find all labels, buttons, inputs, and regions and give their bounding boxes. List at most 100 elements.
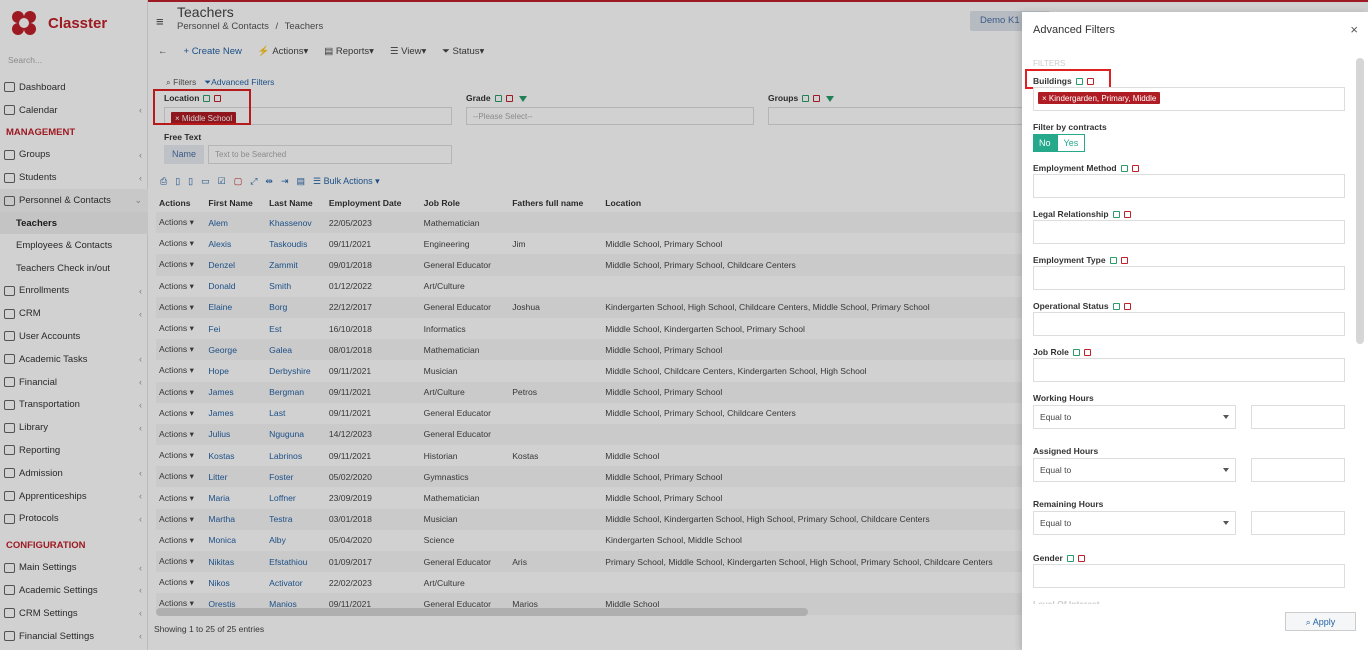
cell-last-name[interactable]: Nguguna xyxy=(266,423,326,446)
sidebar-item-dashboard[interactable]: Dashboard xyxy=(0,76,148,99)
cell-actions[interactable]: Actions ▾ xyxy=(156,360,205,381)
sidebar-item-enrollments[interactable]: Enrollments ‹ xyxy=(0,279,148,302)
edit-icon[interactable] xyxy=(1112,211,1120,219)
checkbox-icon[interactable] xyxy=(1131,165,1139,173)
advanced-filters-link[interactable]: ⏷Advanced Filters xyxy=(204,77,274,88)
sidebar-item-main-settings[interactable]: Main Settings ‹ xyxy=(0,556,148,579)
cell-last-name[interactable]: Zammit xyxy=(266,254,326,276)
cell-last-name[interactable]: Smith xyxy=(266,276,326,297)
sidebar-search-input[interactable]: Search... xyxy=(8,55,42,65)
cell-first-name[interactable]: Nikitas xyxy=(205,551,267,573)
cell-first-name[interactable]: George xyxy=(205,339,267,361)
cell-first-name[interactable]: Litter xyxy=(205,466,267,488)
filter-icon[interactable] xyxy=(518,95,527,102)
apply-button[interactable]: ⌕ Apply xyxy=(1285,612,1356,631)
sidebar-item-transportation[interactable]: Transportation ‹ xyxy=(0,393,148,416)
sidebar-item-academic-settings[interactable]: Academic Settings ‹ xyxy=(0,579,148,602)
cell-actions[interactable]: Actions ▾ xyxy=(156,423,206,446)
cell-first-name[interactable]: Julius xyxy=(205,423,267,446)
cell-first-name[interactable]: Hope xyxy=(205,360,266,381)
assigned-hours-value[interactable] xyxy=(1251,458,1345,482)
cell-first-name[interactable]: Alexis xyxy=(205,233,266,254)
edit-icon[interactable] xyxy=(1109,257,1117,265)
cell-last-name[interactable]: Testra xyxy=(266,508,326,530)
job-role-input[interactable] xyxy=(1033,358,1345,382)
cell-actions[interactable]: Actions ▾ xyxy=(156,487,205,508)
sidebar-subitem-employees-contacts[interactable]: Employees & Contacts xyxy=(0,234,148,257)
cell-actions[interactable]: Actions ▾ xyxy=(156,466,206,488)
cell-actions[interactable]: Actions ▾ xyxy=(156,276,205,297)
cell-first-name[interactable]: Alem xyxy=(205,212,267,234)
filters-link[interactable]: ⌕ Filters xyxy=(166,77,196,88)
sidebar-item-financial[interactable]: Financial ‹ xyxy=(0,371,148,394)
employment-type-input[interactable] xyxy=(1033,266,1345,290)
sidebar-item-students[interactable]: Students ‹ xyxy=(0,166,148,189)
cell-last-name[interactable]: Last xyxy=(266,403,326,424)
cell-last-name[interactable]: Loffner xyxy=(266,487,326,508)
columns-icon[interactable]: ⇹ xyxy=(265,176,273,187)
cell-actions[interactable]: Actions ▾ xyxy=(156,254,206,276)
sidebar-item-apprenticeships[interactable]: Apprenticeships ‹ xyxy=(0,485,148,508)
check-icon[interactable]: ☑ xyxy=(218,176,226,187)
cell-last-name[interactable]: Borg xyxy=(266,296,326,318)
checkbox-icon[interactable] xyxy=(1123,211,1131,219)
cell-last-name[interactable]: Taskoudis xyxy=(266,233,326,254)
sidebar-subitem-teachers[interactable]: Teachers xyxy=(0,211,148,235)
sidebar-item-user-accounts[interactable]: User Accounts xyxy=(0,325,148,348)
operational-status-input[interactable] xyxy=(1033,312,1345,336)
cell-actions[interactable]: Actions ▾ xyxy=(156,551,206,573)
checkbox-icon[interactable] xyxy=(813,95,821,103)
remaining-hours-operator[interactable]: Equal to xyxy=(1033,511,1236,535)
filter-icon[interactable] xyxy=(826,95,835,102)
cell-last-name[interactable]: Bergman xyxy=(266,381,326,403)
column-header-fathers-full-name[interactable]: Fathers full name xyxy=(509,194,602,212)
stop-icon[interactable]: ▢ xyxy=(234,176,243,187)
cell-actions[interactable]: Actions ▾ xyxy=(156,339,206,361)
assigned-hours-operator[interactable]: Equal to xyxy=(1033,458,1236,482)
export-icon[interactable]: ⇥ xyxy=(281,176,289,187)
cell-first-name[interactable]: James xyxy=(205,381,267,403)
checkbox-icon[interactable] xyxy=(1120,257,1128,265)
edit-icon[interactable] xyxy=(1120,165,1128,173)
sidebar-item-personnel-contacts[interactable]: Personnel & Contacts ⌄ xyxy=(0,189,148,212)
employment-method-input[interactable] xyxy=(1033,174,1345,198)
cell-first-name[interactable]: Donald xyxy=(205,276,266,297)
grid-icon[interactable]: ▤ xyxy=(297,176,306,187)
edit-icon[interactable] xyxy=(1112,303,1120,311)
column-header-actions[interactable]: Actions xyxy=(156,194,205,212)
sidebar-item-library[interactable]: Library ‹ xyxy=(0,416,148,439)
cell-first-name[interactable]: Denzel xyxy=(205,254,267,276)
print-icon[interactable]: ⎙ xyxy=(160,176,167,187)
panel-scrollbar[interactable] xyxy=(1356,58,1364,344)
cell-first-name[interactable]: Maria xyxy=(205,487,266,508)
cell-last-name[interactable]: Activator xyxy=(266,572,326,593)
create-new-button[interactable]: + Create New xyxy=(184,46,242,57)
menu-toggle-icon[interactable]: ≡ xyxy=(156,14,164,29)
cell-first-name[interactable]: Kostas xyxy=(205,445,266,466)
cell-last-name[interactable]: Labrinos xyxy=(266,445,326,466)
cell-actions[interactable]: Actions ▾ xyxy=(156,530,205,551)
sidebar-item-crm[interactable]: CRM ‹ xyxy=(0,302,148,325)
gender-input[interactable] xyxy=(1033,564,1345,588)
cell-actions[interactable]: Actions ▾ xyxy=(156,445,205,466)
pdf-icon[interactable]: ▯ xyxy=(175,176,180,187)
close-icon[interactable]: × xyxy=(1350,22,1358,37)
sidebar-subitem-teachers-check-in-out[interactable]: Teachers Check in/out xyxy=(0,257,148,280)
cell-last-name[interactable]: Derbyshire xyxy=(266,360,326,381)
cell-first-name[interactable]: Monica xyxy=(205,530,266,551)
view-menu[interactable]: ☰ View ▾ xyxy=(390,46,426,57)
expand-icon[interactable]: ⤢ xyxy=(250,176,257,187)
logo[interactable]: Classter xyxy=(8,8,107,38)
status-menu[interactable]: ⏷ Status ▾ xyxy=(442,46,484,57)
legal-relationship-input[interactable] xyxy=(1033,220,1345,244)
cell-actions[interactable]: Actions ▾ xyxy=(156,318,205,339)
checkbox-icon[interactable] xyxy=(1077,555,1085,563)
remaining-hours-value[interactable] xyxy=(1251,511,1345,535)
cell-actions[interactable]: Actions ▾ xyxy=(156,403,205,424)
cell-last-name[interactable]: Khassenov xyxy=(266,212,326,234)
edit-icon[interactable] xyxy=(802,95,810,103)
sidebar-item-crm-settings[interactable]: CRM Settings ‹ xyxy=(0,602,148,625)
cell-last-name[interactable]: Est xyxy=(266,318,326,339)
grade-select[interactable]: --Please Select-- xyxy=(466,107,754,125)
cell-last-name[interactable]: Galea xyxy=(266,339,326,361)
